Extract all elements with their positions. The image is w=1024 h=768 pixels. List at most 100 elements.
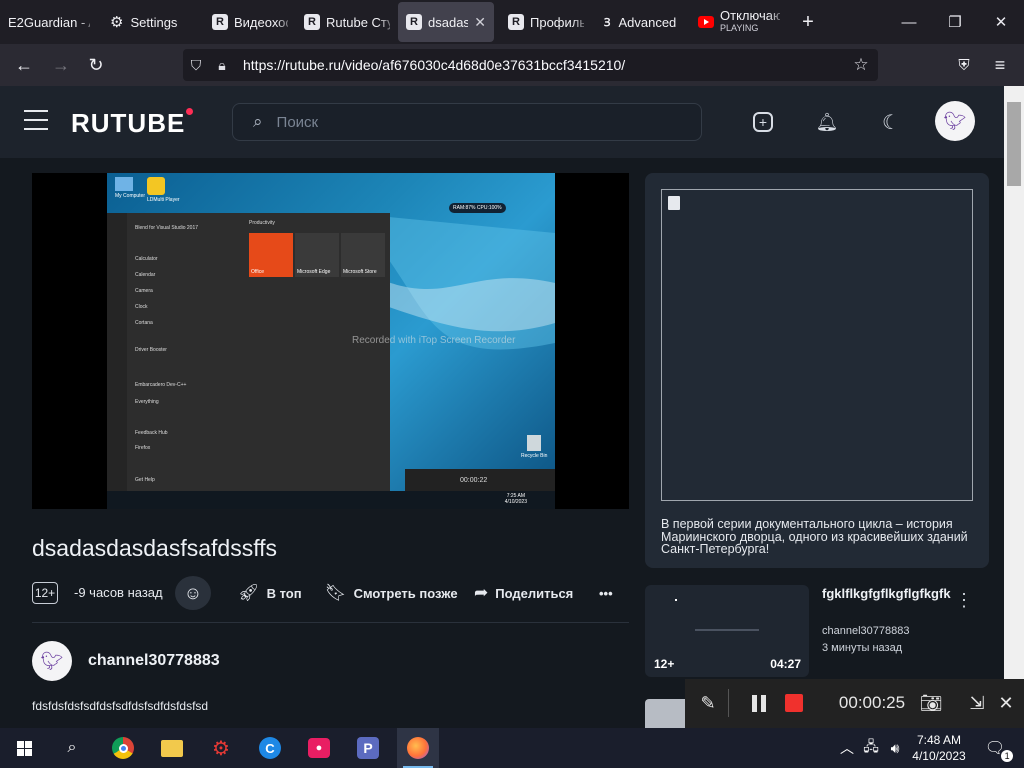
bookmark-icon: 🔖︎ [325, 583, 347, 602]
site-header: RUTUBE ⌕ Поиск + 🔔︎ ☾ 🐦︎ [0, 86, 1004, 158]
minimize-icon[interactable]: — [886, 0, 932, 44]
screen-recorder-icon[interactable]: ● [305, 734, 333, 762]
reaction-button[interactable]: ☺ [175, 576, 211, 610]
reload-icon[interactable]: ↻ [81, 50, 111, 80]
tab-label: Settings [130, 14, 178, 30]
ad-description: В первой серии документального цикла – и… [661, 517, 968, 556]
more-dots-icon: ••• [599, 585, 613, 601]
logo-text: RUTUBE [71, 108, 186, 138]
recommendation-time: 3 минуты назад [822, 642, 903, 654]
desktop-icon-computer: My Computer [115, 177, 145, 199]
driver-booster-icon[interactable]: ⚙ [207, 734, 235, 762]
minimize-recorder-icon[interactable]: ⇲ [965, 691, 989, 715]
notification-count: 1 [1001, 750, 1014, 762]
inner-tile-edge: Microsoft Edge [295, 233, 339, 277]
hamburger-menu-icon[interactable] [24, 110, 48, 130]
close-tab-icon[interactable]: ✕ [468, 14, 486, 31]
channel-name[interactable]: channel30778883 [88, 652, 220, 670]
more-options-button[interactable]: ••• [599, 582, 613, 604]
firefox-icon[interactable] [404, 734, 432, 762]
video-description: fdsfdsfdsfsdfdsfsdfdsfsdfdsfdsfsd [32, 699, 209, 713]
close-recorder-icon[interactable]: ✕ [994, 691, 1018, 715]
menu-icon[interactable]: ≡ [985, 50, 1015, 80]
share-icon: ➦ [474, 583, 489, 602]
lock-icon[interactable]: 🔒︎ [209, 57, 235, 74]
watch-later-button[interactable]: 🔖︎ Смотреть позже [325, 582, 458, 604]
recommendation-age: 12+ [654, 657, 675, 671]
new-tab-button[interactable]: + [788, 2, 828, 42]
url-bar[interactable]: ⛉ 🔒︎ https://rutube.ru/video/af676030c4d… [183, 49, 878, 81]
pause-icon[interactable] [747, 691, 771, 715]
publish-time: -9 часов назад [74, 585, 163, 600]
file-explorer-icon[interactable] [158, 734, 186, 762]
volume-icon[interactable]: 🔊︎ [881, 734, 909, 762]
tab-rutube-studio[interactable]: R Rutube Сту [296, 2, 398, 42]
recommendation-thumbnail[interactable]: 12+ 04:27 [645, 585, 809, 677]
inner-start-menu: Productivity Office Microsoft Edge Micro… [107, 213, 390, 491]
tab-videohost[interactable]: R Видеохост [194, 2, 296, 42]
pocket-icon[interactable]: ⛨ [949, 50, 979, 80]
channel-avatar[interactable]: 🐦︎ [32, 641, 72, 681]
clock-time: 7:48 AM [916, 733, 962, 747]
shield-icon[interactable]: ⛉ [183, 57, 209, 74]
ad-card[interactable]: В первой серии документального цикла – и… [645, 173, 989, 568]
bookmark-star-icon[interactable]: ☆ [848, 55, 874, 75]
tab-advanced[interactable]: Ɜ Advanced [592, 2, 690, 42]
tab-youtube[interactable]: Отключаю PLAYING [690, 2, 788, 42]
forward-icon[interactable]: → [46, 50, 76, 80]
tab-e2guardian[interactable]: E2Guardian - A [0, 2, 98, 42]
top-label: В топ [266, 585, 302, 601]
share-button[interactable]: ➦ Поделиться [474, 582, 573, 604]
bell-icon[interactable]: 🔔︎ [811, 106, 843, 138]
inner-recycle-bin: Recycle Bin [521, 435, 547, 459]
taskbar-clock[interactable]: 7:48 AM 4/10/2023 [909, 732, 969, 764]
rutube-logo[interactable]: RUTUBE [71, 108, 194, 139]
video-player[interactable]: My Computer LDMulti Player RAM:87% CPU:1… [32, 173, 629, 509]
ccleaner-icon[interactable]: C [256, 734, 284, 762]
plus-icon: + [802, 10, 814, 33]
url-text[interactable]: https://rutube.ru/video/af676030c4d68d0e… [243, 57, 625, 73]
avatar[interactable]: 🐦︎ [935, 101, 975, 141]
inner-tile-office: Office [249, 233, 293, 277]
pen-icon[interactable]: ✎ [695, 691, 721, 715]
camera-icon[interactable]: 📷︎ [919, 691, 943, 715]
tab-strip: E2Guardian - A ⚙ Settings R Видеохост R … [0, 0, 1024, 44]
upload-icon[interactable]: + [747, 106, 779, 138]
broken-image-icon [668, 196, 680, 210]
nav-bar: ← → ↻ ⛉ 🔒︎ https://rutube.ru/video/af676… [0, 44, 1024, 86]
tab-label: dsadasd [428, 14, 469, 30]
gear-icon: ⚙ [110, 14, 124, 31]
rutube-icon: R [508, 14, 524, 30]
screen-recorder-bar: ✎ 00:00:25 📷︎ ⇲ ✕ [685, 679, 1024, 728]
pickpick-icon[interactable]: P [354, 734, 382, 762]
maximize-icon[interactable]: ❐ [932, 0, 978, 44]
inner-stats: RAM:87% CPU:100% [449, 203, 506, 213]
windows-start-icon[interactable] [10, 734, 38, 762]
rutube-icon: R [406, 14, 422, 30]
tab-settings[interactable]: ⚙ Settings [98, 2, 194, 42]
top-button[interactable]: 🚀︎ В топ [238, 582, 302, 604]
recommendation-more-icon[interactable]: ⋮ [955, 590, 973, 611]
chrome-icon[interactable] [109, 734, 137, 762]
tab-label: Advanced [618, 14, 677, 30]
recommendation-channel[interactable]: channel30778883 [822, 625, 909, 637]
search-icon[interactable]: ⌕ [58, 734, 86, 762]
search-input[interactable]: ⌕ Поиск [232, 103, 702, 141]
advanced-icon: Ɜ [604, 16, 611, 29]
page-scrollbar[interactable] [1004, 86, 1024, 728]
dark-mode-icon[interactable]: ☾ [875, 106, 907, 138]
scrollbar-thumb[interactable] [1007, 102, 1021, 186]
rocket-icon: 🚀︎ [238, 583, 260, 602]
search-placeholder: Поиск [276, 113, 319, 131]
back-icon[interactable]: ← [9, 50, 39, 80]
recorder-divider [728, 689, 729, 717]
tab-profile[interactable]: R Профиль [494, 2, 592, 42]
recommendation-title[interactable]: fgklflkgfgflkgflgfkgfk [822, 586, 951, 601]
stop-icon[interactable] [783, 691, 805, 715]
notification-icon[interactable]: 🗨︎ 1 [981, 734, 1014, 762]
inner-tile-store: Microsoft Store [341, 233, 385, 277]
close-window-icon[interactable]: ✕ [978, 0, 1024, 44]
recommendation-duration: 04:27 [770, 657, 801, 671]
tab-dsadasd[interactable]: R dsadasd ✕ [398, 2, 494, 42]
windows-taskbar: ⌕ ⚙ C ● P ︿ 🖧︎ 🔊︎ 7:48 AM 4/10/2023 🗨︎ 1 [0, 728, 1024, 768]
